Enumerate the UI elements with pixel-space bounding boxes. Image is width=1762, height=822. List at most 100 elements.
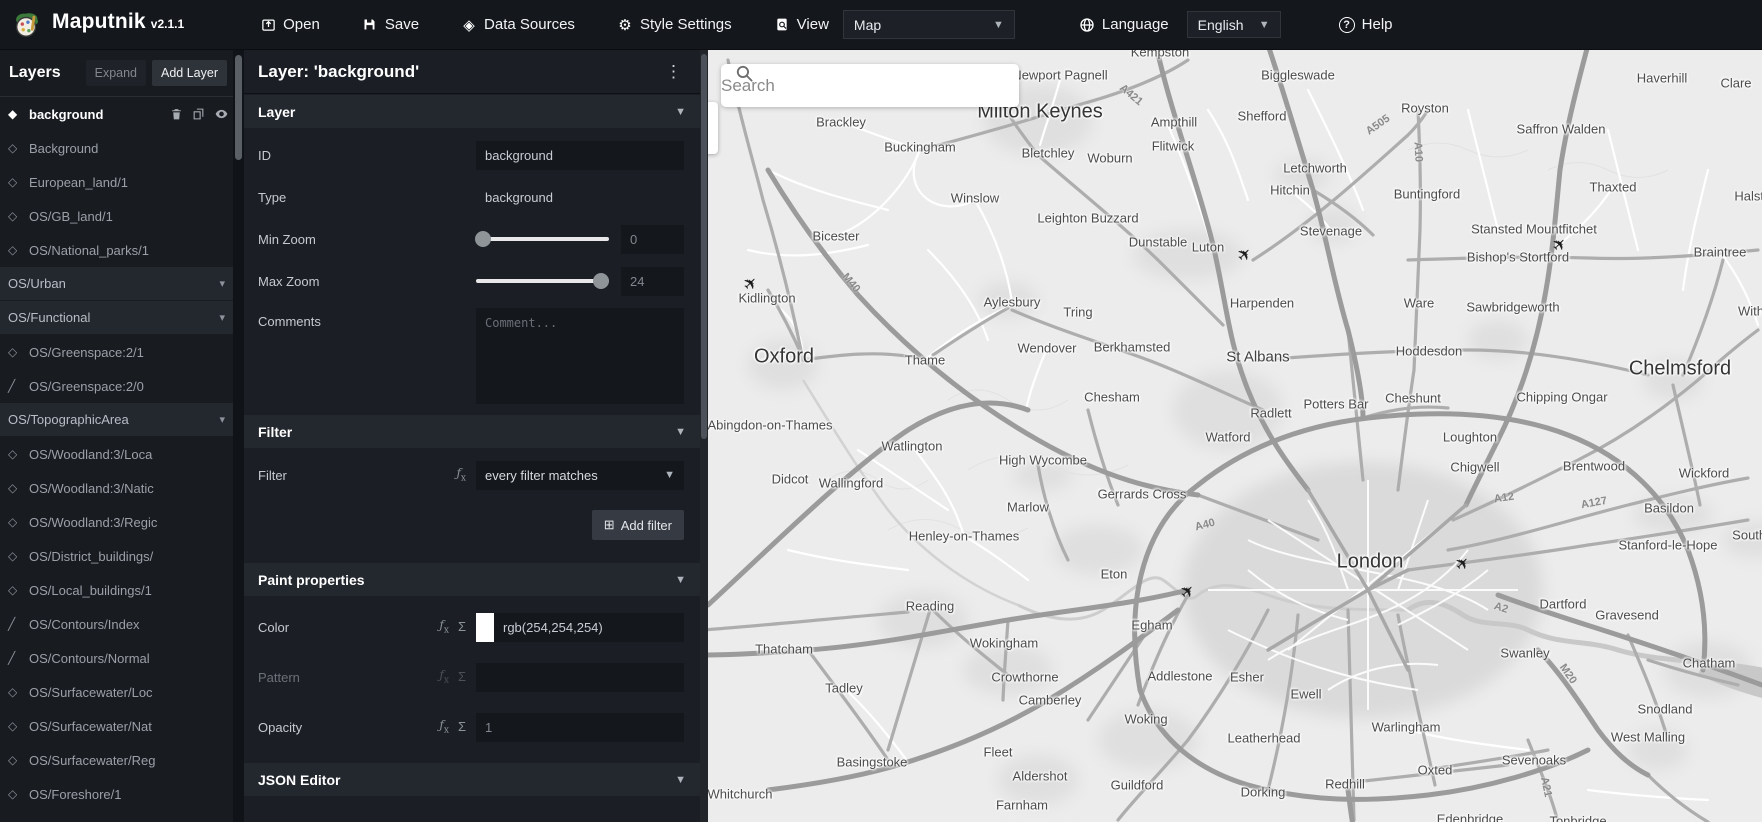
expand-button[interactable]: Expand bbox=[85, 60, 147, 86]
fill-layer-icon: ◇ bbox=[8, 685, 18, 699]
filter-section-body: Filter ƒx every filter matches ▼ ⊞ Add f… bbox=[244, 448, 700, 562]
layer-item-os-surfacewater-loc[interactable]: ◇ OS/Surfacewater/Loc bbox=[0, 675, 233, 709]
language-select[interactable]: English ▼ bbox=[1186, 11, 1281, 38]
min-zoom-slider[interactable] bbox=[474, 231, 609, 247]
visibility-icon[interactable] bbox=[214, 107, 229, 121]
sigma-icon[interactable]: Σ bbox=[458, 719, 466, 734]
opacity-row: Opacity ƒx Σ bbox=[258, 702, 684, 752]
style-settings-button[interactable]: ⚙ Style Settings bbox=[607, 8, 742, 41]
min-zoom-value[interactable]: 0 bbox=[621, 224, 684, 254]
sidebar-scrollbar[interactable] bbox=[233, 50, 244, 822]
map-town-label: Newport Pagnell bbox=[1012, 67, 1108, 83]
layer-editor-panel: Layer: 'background' ⋮ Layer ▼ ID Type ba… bbox=[244, 50, 700, 822]
map-town-label: Eton bbox=[1100, 566, 1128, 582]
map-town-label: Swanley bbox=[1500, 645, 1550, 661]
chevron-down-icon: ▼ bbox=[675, 773, 686, 786]
layer-item-os-woodland-3-natic[interactable]: ◇ OS/Woodland:3/Natic bbox=[0, 471, 233, 505]
layer-item-os-foreshore-1[interactable]: ◇ OS/Foreshore/1 bbox=[0, 777, 233, 811]
max-zoom-value[interactable]: 24 bbox=[621, 266, 684, 296]
layer-item-os-contours-index[interactable]: ╱ OS/Contours/Index bbox=[0, 607, 233, 641]
duplicate-icon[interactable] bbox=[192, 107, 205, 121]
sigma-icon[interactable]: Σ bbox=[458, 669, 466, 684]
layer-item-os-woodland-3-loca[interactable]: ◇ OS/Woodland:3/Loca bbox=[0, 437, 233, 471]
map-town-label: Kidlington bbox=[738, 290, 796, 306]
add-layer-button[interactable]: Add Layer bbox=[152, 60, 227, 86]
layer-group-os-topographicarea[interactable]: OS/TopographicArea ▾ bbox=[0, 403, 233, 436]
layer-group-os-functional[interactable]: OS/Functional ▾ bbox=[0, 301, 233, 334]
layer-group-os-urban[interactable]: OS/Urban ▾ bbox=[0, 267, 233, 300]
kebab-menu-icon[interactable]: ⋮ bbox=[661, 62, 686, 82]
comments-textarea[interactable] bbox=[476, 308, 684, 404]
map-town-label: Dorking bbox=[1240, 784, 1286, 800]
layer-item-os-district-buildings[interactable]: ◇ OS/District_buildings/ bbox=[0, 539, 233, 573]
max-zoom-slider-thumb[interactable] bbox=[593, 273, 610, 289]
language-button[interactable]: Language bbox=[1069, 8, 1179, 41]
map-town-label: Thaxted bbox=[1589, 179, 1637, 195]
map-town-label: Basildon bbox=[1644, 500, 1694, 516]
map-control-partial[interactable] bbox=[708, 102, 718, 154]
map-town-label: Chesham bbox=[1084, 389, 1140, 405]
section-header-json[interactable]: JSON Editor ▼ bbox=[244, 763, 700, 796]
function-icon[interactable]: ƒx bbox=[439, 618, 449, 635]
section-header-layer[interactable]: Layer ▼ bbox=[244, 95, 700, 128]
opacity-input[interactable] bbox=[476, 712, 684, 742]
section-header-paint[interactable]: Paint properties ▼ bbox=[244, 563, 700, 596]
paint-section-body: Color ƒx Σ Pattern ƒx Σ Opacity bbox=[244, 596, 700, 762]
function-icon[interactable]: ƒx bbox=[439, 718, 449, 735]
sigma-icon[interactable]: Σ bbox=[458, 619, 466, 634]
view-mode-select[interactable]: Map ▼ bbox=[842, 10, 1015, 39]
map-town-label: Stevenage bbox=[1299, 223, 1363, 239]
layer-item-os-contours-normal[interactable]: ╱ OS/Contours/Normal bbox=[0, 641, 233, 675]
open-button[interactable]: Open bbox=[250, 8, 330, 41]
add-filter-row: ⊞ Add filter bbox=[258, 496, 684, 552]
layer-item-os-local-buildings-1[interactable]: ◇ OS/Local_buildings/1 bbox=[0, 573, 233, 607]
id-input[interactable] bbox=[476, 140, 684, 170]
delete-icon[interactable] bbox=[170, 107, 183, 121]
section-header-filter[interactable]: Filter ▼ bbox=[244, 415, 700, 448]
comments-row: Comments bbox=[258, 302, 684, 404]
map-search-box[interactable] bbox=[721, 64, 1019, 107]
layer-item-os-woodland-3-regic[interactable]: ◇ OS/Woodland:3/Regic bbox=[0, 505, 233, 539]
view-button[interactable]: View bbox=[764, 8, 839, 41]
data-sources-button[interactable]: ◈ Data Sources bbox=[451, 8, 585, 41]
layer-item-os-gb-land-1[interactable]: ◇ OS/GB_land/1 bbox=[0, 199, 233, 233]
map-town-label: Ampthill bbox=[1150, 114, 1198, 130]
color-swatch[interactable] bbox=[476, 612, 494, 642]
layer-item-os-ornament-1[interactable]: ◇OS/Ornament/1 bbox=[0, 811, 233, 822]
sidebar-scrollbar-thumb[interactable] bbox=[235, 55, 242, 160]
fill-layer-icon: ◇ bbox=[8, 345, 18, 359]
min-zoom-slider-thumb[interactable] bbox=[474, 231, 491, 247]
chevron-down-icon: ▾ bbox=[219, 312, 225, 324]
editor-scrollbar-thumb[interactable] bbox=[701, 54, 707, 439]
function-icon[interactable]: ƒx bbox=[456, 466, 466, 483]
map-canvas[interactable]: Milton Keynes Oxford Chelmsford London St Al… bbox=[708, 50, 1762, 822]
layer-item-european-land-1[interactable]: ◇ European_land/1 bbox=[0, 165, 233, 199]
map-town-label: Gerrards Cross bbox=[1097, 486, 1187, 502]
layer-item-background[interactable]: ◆ background bbox=[0, 97, 233, 131]
app-name: Maputnik bbox=[52, 9, 146, 33]
layer-item-os-surfacewater-nat[interactable]: ◇ OS/Surfacewater/Nat bbox=[0, 709, 233, 743]
map-town-label: London bbox=[1336, 550, 1404, 573]
layer-item-os-greenspace-2-1[interactable]: ◇ OS/Greenspace:2/1 bbox=[0, 335, 233, 369]
map-town-label: Watlington bbox=[881, 438, 943, 454]
save-button[interactable]: Save bbox=[352, 8, 429, 41]
function-icon[interactable]: ƒx bbox=[439, 668, 449, 685]
pattern-input[interactable] bbox=[476, 662, 684, 692]
layer-item-os-surfacewater-reg[interactable]: ◇ OS/Surfacewater/Reg bbox=[0, 743, 233, 777]
layer-item-os-greenspace-2-0[interactable]: ╱ OS/Greenspace:2/0 bbox=[0, 369, 233, 403]
help-button[interactable]: ? Help bbox=[1329, 8, 1403, 41]
layer-item-label: OS/Greenspace:2/0 bbox=[29, 378, 144, 394]
filter-row: Filter ƒx every filter matches ▼ bbox=[258, 454, 684, 496]
map-town-label: Redhill bbox=[1325, 776, 1365, 792]
editor-scrollbar[interactable] bbox=[700, 50, 708, 822]
filter-select[interactable]: every filter matches ▼ bbox=[476, 460, 684, 490]
color-input[interactable] bbox=[494, 612, 684, 642]
layer-item-os-national-parks-1[interactable]: ◇ OS/National_parks/1 bbox=[0, 233, 233, 267]
map-town-label: Fleet bbox=[983, 744, 1013, 760]
max-zoom-slider[interactable] bbox=[476, 273, 610, 289]
layer-item-background[interactable]: ◇ Background bbox=[0, 131, 233, 165]
add-filter-button[interactable]: ⊞ Add filter bbox=[591, 510, 684, 540]
search-input[interactable] bbox=[721, 75, 951, 96]
map-town-label: Chigwell bbox=[1450, 459, 1500, 475]
map-town-label: Egham bbox=[1131, 617, 1173, 633]
